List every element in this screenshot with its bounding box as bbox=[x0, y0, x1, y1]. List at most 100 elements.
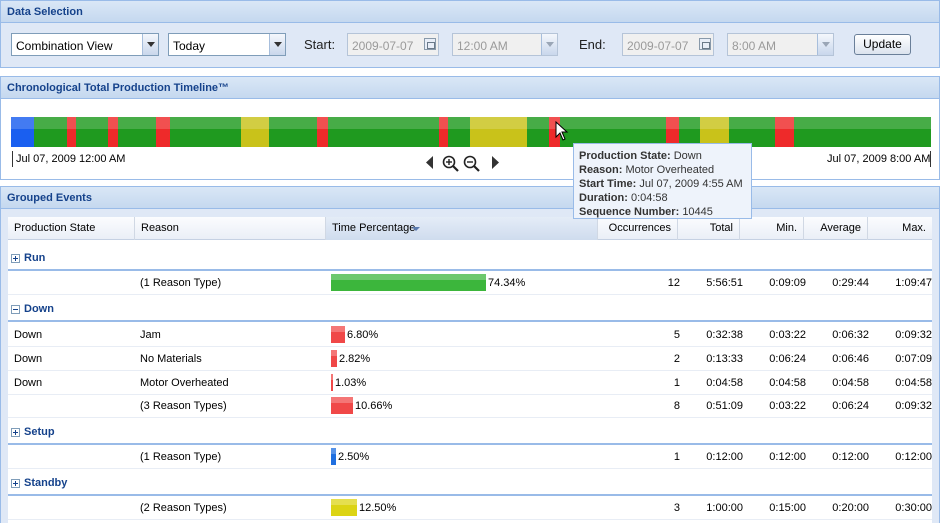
cell-min: 0:03:22 bbox=[769, 400, 806, 412]
cell-time-percentage: 6.80% bbox=[347, 329, 379, 341]
group-header-run[interactable]: Run bbox=[8, 248, 932, 271]
group-summary-row[interactable]: (1 Reason Type) 74.34% 12 5:56:51 0:09:09 0:2… bbox=[8, 271, 932, 295]
cell-total: 5:56:51 bbox=[706, 277, 743, 289]
cell-avg: 0:06:46 bbox=[832, 353, 869, 365]
grid-header: Production State Reason Time Percentage … bbox=[8, 217, 932, 240]
timeline-start-label: Jul 07, 2009 12:00 AM bbox=[16, 153, 126, 165]
start-date-field[interactable]: 2009-07-07 bbox=[347, 33, 439, 56]
group-summary-row[interactable]: (2 Reason Types) 12.50% 3 1:00:00 0:15:00 0:2… bbox=[8, 496, 932, 520]
cell-max: 0:09:32 bbox=[895, 400, 932, 412]
group-header-down[interactable]: Down bbox=[8, 299, 932, 322]
cell-time-percentage: 12.50% bbox=[359, 502, 397, 514]
chevron-down-icon[interactable] bbox=[142, 34, 158, 55]
group-summary-row[interactable]: (1 Reason Type) 2.50% 1 0:12:00 0:12:00 0:12:… bbox=[8, 445, 932, 469]
timeline-segment-down[interactable] bbox=[67, 117, 76, 147]
cell-total: 1:00:00 bbox=[706, 502, 743, 514]
cell-reason: No Materials bbox=[140, 353, 202, 365]
column-max[interactable]: Max. bbox=[868, 217, 932, 240]
cell-occ: 1 bbox=[673, 451, 680, 463]
tooltip-reason-value: Motor Overheated bbox=[625, 164, 715, 176]
group-name: Run bbox=[24, 252, 46, 264]
timeline-segment-standby[interactable] bbox=[470, 117, 527, 147]
chevron-down-icon[interactable] bbox=[541, 34, 557, 55]
calendar-icon[interactable] bbox=[424, 38, 436, 50]
time-percentage-bar bbox=[331, 397, 353, 414]
cell-min: 0:09:09 bbox=[769, 277, 806, 289]
timeline-segment-down[interactable] bbox=[775, 117, 794, 147]
table-row[interactable]: Down Jam 6.80% 5 0:32:38 0:03:22 0:06:32 0:09:3… bbox=[8, 323, 932, 347]
timeline-end-label: Jul 07, 2009 8:00 AM bbox=[827, 153, 931, 165]
time-percentage-bar bbox=[331, 448, 336, 465]
timeline-segment-run[interactable] bbox=[269, 117, 317, 147]
expand-icon[interactable] bbox=[11, 254, 20, 263]
cell-min: 0:04:58 bbox=[769, 377, 806, 389]
column-reason[interactable]: Reason bbox=[135, 217, 326, 240]
end-time-select[interactable]: 8:00 AM bbox=[727, 33, 834, 56]
start-time-select[interactable]: 12:00 AM bbox=[452, 33, 558, 56]
timeline-segment-run[interactable] bbox=[794, 117, 931, 147]
cell-total: 0:13:33 bbox=[706, 353, 743, 365]
group-name: Standby bbox=[24, 477, 68, 489]
cell-min: 0:06:24 bbox=[769, 353, 806, 365]
collapse-icon[interactable] bbox=[11, 305, 20, 314]
chevron-down-icon[interactable] bbox=[269, 34, 285, 55]
production-timeline-bar[interactable] bbox=[11, 117, 931, 147]
timeline-segment-down[interactable] bbox=[108, 117, 118, 147]
timeline-segment-down[interactable] bbox=[317, 117, 328, 147]
cell-max: 0:30:00 bbox=[895, 502, 932, 514]
end-date-field[interactable]: 2009-07-07 bbox=[622, 33, 714, 56]
chevron-down-icon[interactable] bbox=[817, 34, 833, 55]
end-time-value: 8:00 AM bbox=[732, 39, 777, 53]
cell-avg: 0:04:58 bbox=[832, 377, 869, 389]
timeline-segment-run[interactable] bbox=[448, 117, 470, 147]
cell-avg: 0:06:32 bbox=[832, 329, 869, 341]
table-row[interactable]: Down No Materials 2.82% 2 0:13:33 0:06:24 0:06… bbox=[8, 347, 932, 371]
scroll-left-icon[interactable] bbox=[425, 156, 434, 169]
column-production-state[interactable]: Production State bbox=[8, 217, 135, 240]
group-name: Down bbox=[24, 303, 54, 315]
start-time-value: 12:00 AM bbox=[457, 39, 508, 53]
time-percentage-bar bbox=[331, 499, 357, 516]
tooltip-seq-value: 10445 bbox=[682, 206, 713, 218]
timeline-segment-run[interactable] bbox=[118, 117, 156, 147]
column-total[interactable]: Total bbox=[678, 217, 740, 240]
end-label: End: bbox=[579, 37, 606, 52]
cell-max: 0:12:00 bbox=[895, 451, 932, 463]
column-occurrences[interactable]: Occurrences bbox=[598, 217, 678, 240]
timeline-segment-run[interactable] bbox=[328, 117, 439, 147]
timeline-segment-down[interactable] bbox=[156, 117, 170, 147]
timeline-segment-setup[interactable] bbox=[11, 117, 34, 147]
view-select[interactable]: Combination View bbox=[11, 33, 159, 56]
group-summary-row[interactable]: (3 Reason Types) 10.66% 8 0:51:09 0:03:22 0:0… bbox=[8, 394, 932, 418]
timeline-segment-run[interactable] bbox=[76, 117, 108, 147]
scroll-right-icon[interactable] bbox=[491, 156, 500, 169]
expand-icon[interactable] bbox=[11, 428, 20, 437]
expand-icon[interactable] bbox=[11, 479, 20, 488]
timeline-segment-run[interactable] bbox=[170, 117, 241, 147]
calendar-icon[interactable] bbox=[699, 38, 711, 50]
cell-reason: (3 Reason Types) bbox=[140, 400, 227, 412]
column-average[interactable]: Average bbox=[804, 217, 868, 240]
cell-occ: 12 bbox=[667, 277, 680, 289]
cell-max: 0:04:58 bbox=[895, 377, 932, 389]
period-select[interactable]: Today bbox=[168, 33, 286, 56]
cell-occ: 2 bbox=[673, 353, 680, 365]
end-date-value: 2009-07-07 bbox=[627, 39, 689, 53]
timeline-segment-run[interactable] bbox=[527, 117, 549, 147]
column-min[interactable]: Min. bbox=[740, 217, 804, 240]
zoom-in-icon[interactable] bbox=[442, 155, 459, 172]
timeline-start-tick bbox=[12, 151, 13, 167]
group-header-setup[interactable]: Setup bbox=[8, 422, 932, 445]
cell-min: 0:03:22 bbox=[769, 329, 806, 341]
column-time-percentage[interactable]: Time Percentage bbox=[326, 217, 598, 240]
update-button[interactable]: Update bbox=[854, 34, 911, 55]
zoom-out-icon[interactable] bbox=[463, 155, 480, 172]
timeline-segment-standby[interactable] bbox=[241, 117, 269, 147]
table-row[interactable]: Down Motor Overheated 1.03% 1 0:04:58 0:04:58… bbox=[8, 371, 932, 395]
cell-reason: (2 Reason Types) bbox=[140, 502, 227, 514]
event-tooltip: Production State: Down Reason: Motor Ove… bbox=[573, 143, 752, 219]
timeline-segment-down[interactable] bbox=[439, 117, 448, 147]
timeline-segment-run[interactable] bbox=[34, 117, 67, 147]
group-header-standby[interactable]: Standby bbox=[8, 473, 932, 496]
cell-avg: 0:29:44 bbox=[832, 277, 869, 289]
